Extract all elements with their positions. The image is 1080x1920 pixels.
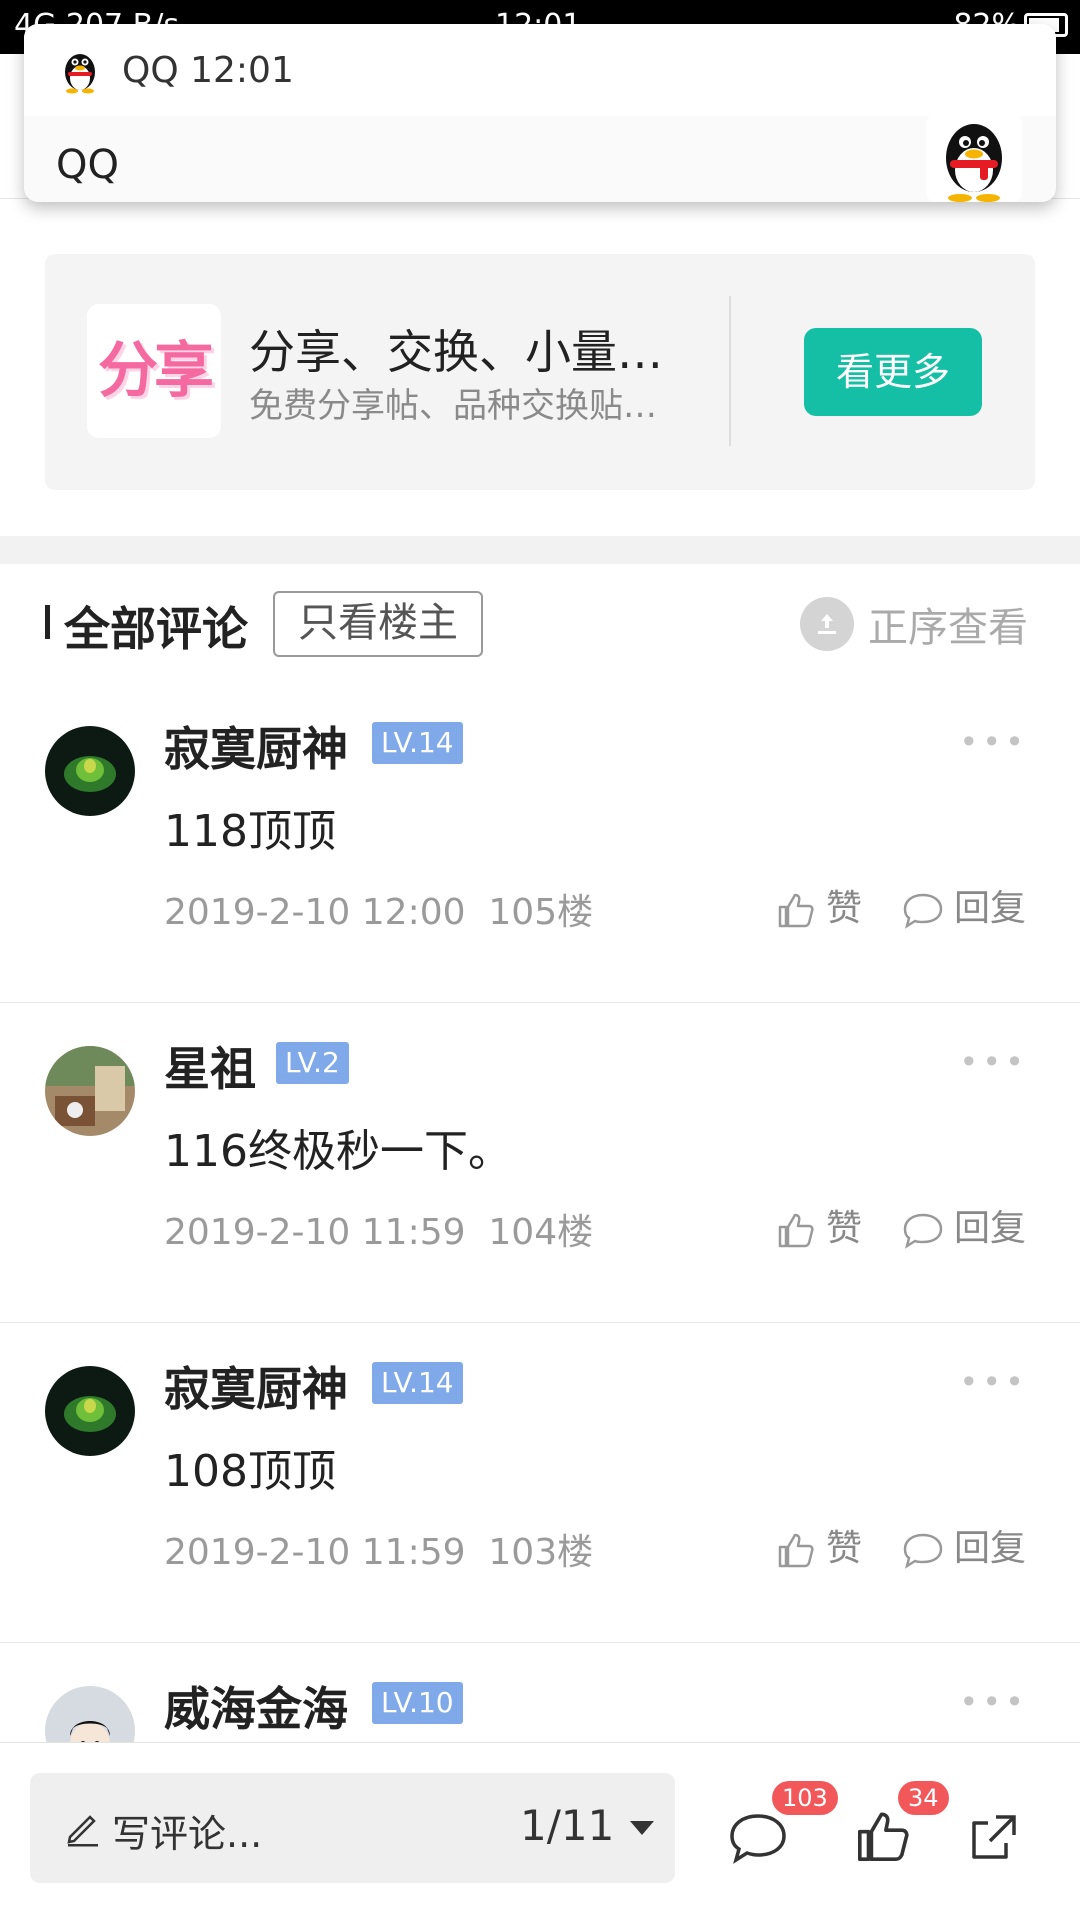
sort-order-toggle[interactable]: 正序查看 <box>868 595 1028 653</box>
bottom-action-bar: 写评论... 1/11 103 34 <box>0 1742 1080 1920</box>
comments-header: 全部评论 只看楼主 正序查看 <box>0 585 1080 657</box>
avatar[interactable] <box>45 1366 135 1456</box>
like-button[interactable]: 赞 <box>776 1519 862 1571</box>
comment-author[interactable]: 星祖 <box>164 1033 256 1099</box>
comment-item[interactable]: 星祖 LV.2 ••• 116终极秒一下。 2019-2-10 11:59 10… <box>0 1003 1080 1323</box>
comments-title: 全部评论 <box>64 602 248 656</box>
more-options-icon[interactable]: ••• <box>959 723 1028 761</box>
avatar[interactable] <box>45 1046 135 1136</box>
like-icon <box>778 1213 814 1248</box>
comment-item[interactable]: 寂寞厨神 LV.14 ••• 108顶顶 2019-2-10 11:59 103… <box>0 1323 1080 1643</box>
comment-item[interactable]: 威海金海 LV.10 ••• <box>0 1643 1080 1742</box>
reply-button[interactable]: 回复 <box>902 1519 1026 1571</box>
comment-text: 116终极秒一下。 <box>164 1126 512 1177</box>
reply-icon <box>903 1213 943 1249</box>
notification-title: QQ 12:01 <box>122 50 294 91</box>
comment-count-button[interactable] <box>728 1811 788 1869</box>
comment-meta: 2019-2-10 11:59 103楼 <box>164 1532 594 1573</box>
share-button[interactable] <box>966 1809 1022 1869</box>
level-badge: LV.14 <box>372 1362 463 1404</box>
share-icon <box>972 1815 1016 1859</box>
comment-meta: 2019-2-10 11:59 104楼 <box>164 1212 594 1253</box>
title-accent-bar <box>45 605 50 639</box>
notification-body: QQ <box>56 142 119 188</box>
write-comment-input[interactable]: 写评论... 1/11 <box>30 1773 675 1883</box>
like-icon <box>857 1812 909 1862</box>
share-forum-logo: 分享 <box>87 304 221 438</box>
comment-author[interactable]: 寂寞厨神 <box>164 713 348 779</box>
promo-subtitle: 免费分享帖、品种交换贴… <box>249 386 657 426</box>
comment-author[interactable]: 威海金海 <box>164 1673 348 1739</box>
reply-button[interactable]: 回复 <box>902 1199 1026 1251</box>
like-count-badge: 34 <box>898 1781 949 1815</box>
reply-icon <box>903 893 943 929</box>
comment-item[interactable]: 寂寞厨神 LV.14 ••• 118顶顶 2019-2-10 12:00 105… <box>0 683 1080 1003</box>
comment-text: 118顶顶 <box>164 806 336 857</box>
level-badge: LV.14 <box>372 722 463 764</box>
page-indicator[interactable]: 1/11 <box>520 1801 614 1850</box>
write-comment-label: 写评论... <box>112 1812 263 1856</box>
more-options-icon[interactable]: ••• <box>959 1683 1028 1721</box>
like-icon <box>778 1533 814 1568</box>
comment-count-badge: 103 <box>772 1781 838 1815</box>
section-separator <box>0 536 1080 564</box>
sort-icon[interactable] <box>800 597 854 651</box>
dropdown-caret-icon[interactable] <box>630 1821 654 1835</box>
forum-promo-card[interactable]: 分享 分享、交换、小量… 免费分享帖、品种交换贴… 看更多 <box>45 254 1035 490</box>
like-icon <box>778 893 814 928</box>
avatar[interactable] <box>45 726 135 816</box>
level-badge: LV.2 <box>276 1042 349 1084</box>
comment-author[interactable]: 寂寞厨神 <box>164 1353 348 1419</box>
pen-icon <box>67 1815 98 1847</box>
reply-icon <box>903 1533 943 1569</box>
more-options-icon[interactable]: ••• <box>959 1363 1028 1401</box>
qq-penguin-icon <box>926 114 1022 202</box>
like-button[interactable]: 赞 <box>776 879 862 931</box>
more-options-icon[interactable]: ••• <box>959 1043 1028 1081</box>
comment-icon <box>730 1814 786 1864</box>
comment-meta: 2019-2-10 12:00 105楼 <box>164 892 594 933</box>
promo-divider <box>729 296 731 446</box>
avatar[interactable] <box>45 1686 135 1742</box>
like-button[interactable]: 赞 <box>776 1199 862 1251</box>
only-op-button[interactable]: 只看楼主 <box>273 591 483 657</box>
reply-button[interactable]: 回复 <box>902 879 1026 931</box>
qq-penguin-icon <box>65 54 95 94</box>
see-more-button[interactable]: 看更多 <box>804 328 982 416</box>
like-post-button[interactable] <box>854 1807 912 1869</box>
comment-text: 108顶顶 <box>164 1446 336 1497</box>
qq-notification[interactable]: QQ 12:01 QQ <box>24 24 1056 202</box>
promo-title: 分享、交换、小量… <box>249 325 663 379</box>
level-badge: LV.10 <box>372 1682 463 1724</box>
